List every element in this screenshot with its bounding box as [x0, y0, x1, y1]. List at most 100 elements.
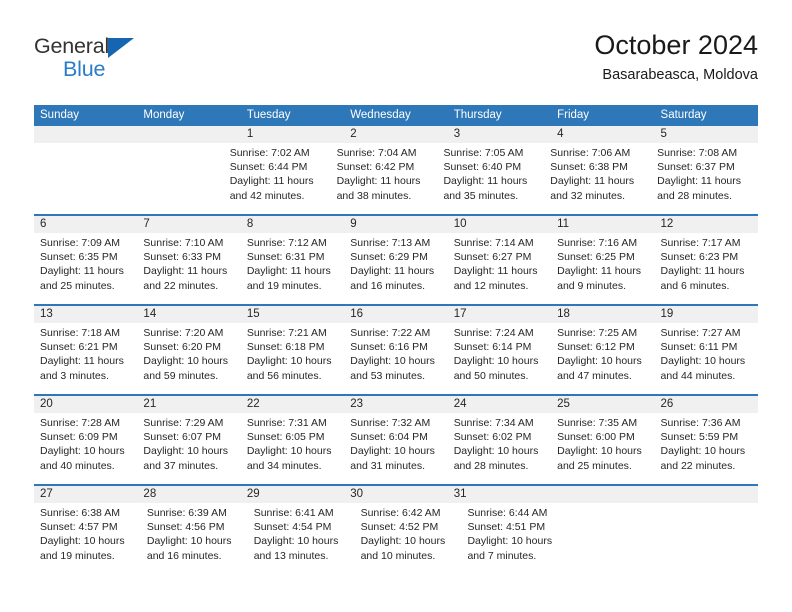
daylight-text: Daylight: 11 hours and 25 minutes. — [40, 265, 124, 292]
date-number[interactable]: 27 — [34, 486, 137, 503]
day-cell[interactable]: Sunrise: 7:21 AM Sunset: 6:18 PM Daylight:… — [241, 323, 344, 394]
day-cell[interactable]: Sunrise: 7:22 AM Sunset: 6:16 PM Daylight:… — [344, 323, 447, 394]
date-number[interactable]: 20 — [34, 396, 137, 413]
date-number-empty — [34, 126, 137, 143]
generalblue-logo: General Blue — [34, 34, 214, 90]
sunrise-text: Sunrise: 7:02 AM — [229, 147, 310, 159]
day-cell[interactable]: Sunrise: 7:12 AM Sunset: 6:31 PM Daylight:… — [241, 233, 344, 304]
date-number[interactable]: 3 — [448, 126, 551, 143]
day-cell[interactable]: Sunrise: 7:05 AM Sunset: 6:40 PM Daylight:… — [437, 143, 544, 214]
date-number[interactable]: 23 — [344, 396, 447, 413]
day-cell[interactable]: Sunrise: 7:36 AM Sunset: 5:59 PM Daylight:… — [655, 413, 758, 484]
sunrise-text: Sunrise: 6:38 AM — [40, 507, 120, 519]
daylight-text: Daylight: 11 hours and 9 minutes. — [557, 265, 641, 292]
day-cell[interactable]: Sunrise: 7:18 AM Sunset: 6:21 PM Daylight:… — [34, 323, 137, 394]
sunrise-text: Sunrise: 7:05 AM — [443, 147, 524, 159]
day-cell[interactable]: Sunrise: 7:17 AM Sunset: 6:23 PM Daylight:… — [655, 233, 758, 304]
day-cell-empty — [34, 143, 129, 214]
date-number[interactable]: 25 — [551, 396, 654, 413]
day-header-tuesday: Tuesday — [246, 109, 291, 121]
date-number[interactable]: 22 — [241, 396, 344, 413]
day-cell-empty — [568, 503, 663, 574]
sunrise-text: Sunrise: 7:31 AM — [246, 417, 327, 429]
date-number[interactable]: 31 — [448, 486, 551, 503]
date-number[interactable]: 13 — [34, 306, 137, 323]
day-cell[interactable]: Sunrise: 7:27 AM Sunset: 6:11 PM Daylight:… — [655, 323, 758, 394]
sunrise-text: Sunrise: 7:18 AM — [40, 327, 120, 339]
date-number[interactable]: 16 — [344, 306, 447, 323]
date-number[interactable]: 29 — [241, 486, 344, 503]
day-cell[interactable]: Sunrise: 7:06 AM Sunset: 6:38 PM Daylight:… — [544, 143, 651, 214]
day-cell[interactable]: Sunrise: 7:35 AM Sunset: 6:00 PM Daylight:… — [551, 413, 654, 484]
daylight-text: Daylight: 11 hours and 32 minutes. — [550, 175, 635, 202]
day-cell[interactable]: Sunrise: 7:09 AM Sunset: 6:35 PM Daylight:… — [34, 233, 137, 304]
day-cell[interactable]: Sunrise: 6:44 AM Sunset: 4:51 PM Daylight:… — [461, 503, 568, 574]
date-number[interactable]: 18 — [551, 306, 654, 323]
day-cell[interactable]: Sunrise: 7:28 AM Sunset: 6:09 PM Daylight:… — [34, 413, 137, 484]
day-cell[interactable]: Sunrise: 7:24 AM Sunset: 6:14 PM Daylight:… — [448, 323, 551, 394]
day-cell[interactable]: Sunrise: 7:02 AM Sunset: 6:44 PM Daylight:… — [224, 143, 331, 214]
day-cell[interactable]: Sunrise: 6:38 AM Sunset: 4:57 PM Daylight:… — [34, 503, 141, 574]
day-cell[interactable]: Sunrise: 7:25 AM Sunset: 6:12 PM Daylight:… — [551, 323, 654, 394]
day-cell[interactable]: Sunrise: 7:31 AM Sunset: 6:05 PM Daylight:… — [241, 413, 344, 484]
date-number[interactable]: 17 — [448, 306, 551, 323]
daylight-text: Daylight: 10 hours and 22 minutes. — [660, 445, 746, 472]
sunrise-text: Sunrise: 7:32 AM — [350, 417, 431, 429]
title-block: October 2024 Basarabeasca, Moldova — [594, 28, 758, 86]
daylight-text: Daylight: 10 hours and 50 minutes. — [453, 355, 539, 382]
sunrise-text: Sunrise: 7:35 AM — [557, 417, 638, 429]
day-cell[interactable]: Sunrise: 7:29 AM Sunset: 6:07 PM Daylight:… — [137, 413, 240, 484]
sunset-text: Sunset: 6:21 PM — [40, 341, 118, 354]
day-cell[interactable]: Sunrise: 7:32 AM Sunset: 6:04 PM Daylight:… — [344, 413, 447, 484]
sunset-text: Sunset: 6:16 PM — [350, 341, 428, 354]
week-detail-strip: Sunrise: 7:28 AM Sunset: 6:09 PM Daylight:… — [34, 413, 758, 484]
date-number-empty — [655, 486, 758, 503]
day-cell[interactable]: Sunrise: 6:39 AM Sunset: 4:56 PM Daylight:… — [141, 503, 248, 574]
date-number[interactable]: 12 — [655, 216, 758, 233]
sunset-text: Sunset: 6:25 PM — [557, 251, 635, 264]
day-cell[interactable]: Sunrise: 7:34 AM Sunset: 6:02 PM Daylight:… — [448, 413, 551, 484]
day-cell[interactable]: Sunrise: 7:13 AM Sunset: 6:29 PM Daylight:… — [344, 233, 447, 304]
day-cell[interactable]: Sunrise: 7:04 AM Sunset: 6:42 PM Daylight:… — [331, 143, 438, 214]
date-number[interactable]: 5 — [655, 126, 758, 143]
week-date-strip: 13 14 15 16 17 18 19 — [34, 306, 758, 323]
daylight-text: Daylight: 10 hours and 19 minutes. — [40, 535, 125, 562]
day-cell[interactable]: Sunrise: 6:41 AM Sunset: 4:54 PM Daylight:… — [248, 503, 355, 574]
sunset-text: Sunset: 6:31 PM — [246, 251, 325, 264]
date-number[interactable]: 2 — [344, 126, 447, 143]
page-title: October 2024 — [594, 30, 758, 60]
daylight-text: Daylight: 10 hours and 47 minutes. — [557, 355, 642, 382]
sunrise-text: Sunrise: 7:27 AM — [660, 327, 741, 339]
date-number[interactable]: 4 — [551, 126, 654, 143]
date-number[interactable]: 28 — [137, 486, 240, 503]
day-cell[interactable]: Sunrise: 7:08 AM Sunset: 6:37 PM Daylight:… — [651, 143, 758, 214]
date-number[interactable]: 14 — [137, 306, 240, 323]
daylight-text: Daylight: 11 hours and 19 minutes. — [246, 265, 331, 292]
date-number[interactable]: 24 — [448, 396, 551, 413]
date-number[interactable]: 15 — [241, 306, 344, 323]
sunset-text: Sunset: 6:37 PM — [657, 161, 735, 174]
date-number[interactable]: 21 — [137, 396, 240, 413]
sunset-text: Sunset: 5:59 PM — [660, 431, 739, 444]
day-cell[interactable]: Sunrise: 6:42 AM Sunset: 4:52 PM Daylight:… — [355, 503, 462, 574]
day-cell-empty — [663, 503, 758, 574]
date-number[interactable]: 19 — [655, 306, 758, 323]
date-number[interactable]: 8 — [241, 216, 344, 233]
day-cell[interactable]: Sunrise: 7:14 AM Sunset: 6:27 PM Daylight:… — [448, 233, 551, 304]
date-number[interactable]: 1 — [241, 126, 344, 143]
date-number[interactable]: 10 — [448, 216, 551, 233]
date-number[interactable]: 9 — [344, 216, 447, 233]
day-cell[interactable]: Sunrise: 7:10 AM Sunset: 6:33 PM Daylight:… — [137, 233, 240, 304]
logo-text-general: General — [34, 34, 110, 58]
sunset-text: Sunset: 6:20 PM — [143, 341, 222, 354]
date-number[interactable]: 26 — [655, 396, 758, 413]
date-number[interactable]: 6 — [34, 216, 137, 233]
day-cell[interactable]: Sunrise: 7:20 AM Sunset: 6:20 PM Daylight:… — [137, 323, 240, 394]
date-number[interactable]: 30 — [344, 486, 447, 503]
date-number[interactable]: 11 — [551, 216, 654, 233]
sunrise-text: Sunrise: 7:17 AM — [660, 237, 741, 249]
week-detail-strip: Sunrise: 6:38 AM Sunset: 4:57 PM Daylight:… — [34, 503, 758, 574]
calendar-week-row: 20 21 22 23 24 25 26 Sunrise: 7:28 AM Sunset: 6:… — [34, 394, 758, 484]
date-number[interactable]: 7 — [137, 216, 240, 233]
day-cell[interactable]: Sunrise: 7:16 AM Sunset: 6:25 PM Daylight:… — [551, 233, 654, 304]
